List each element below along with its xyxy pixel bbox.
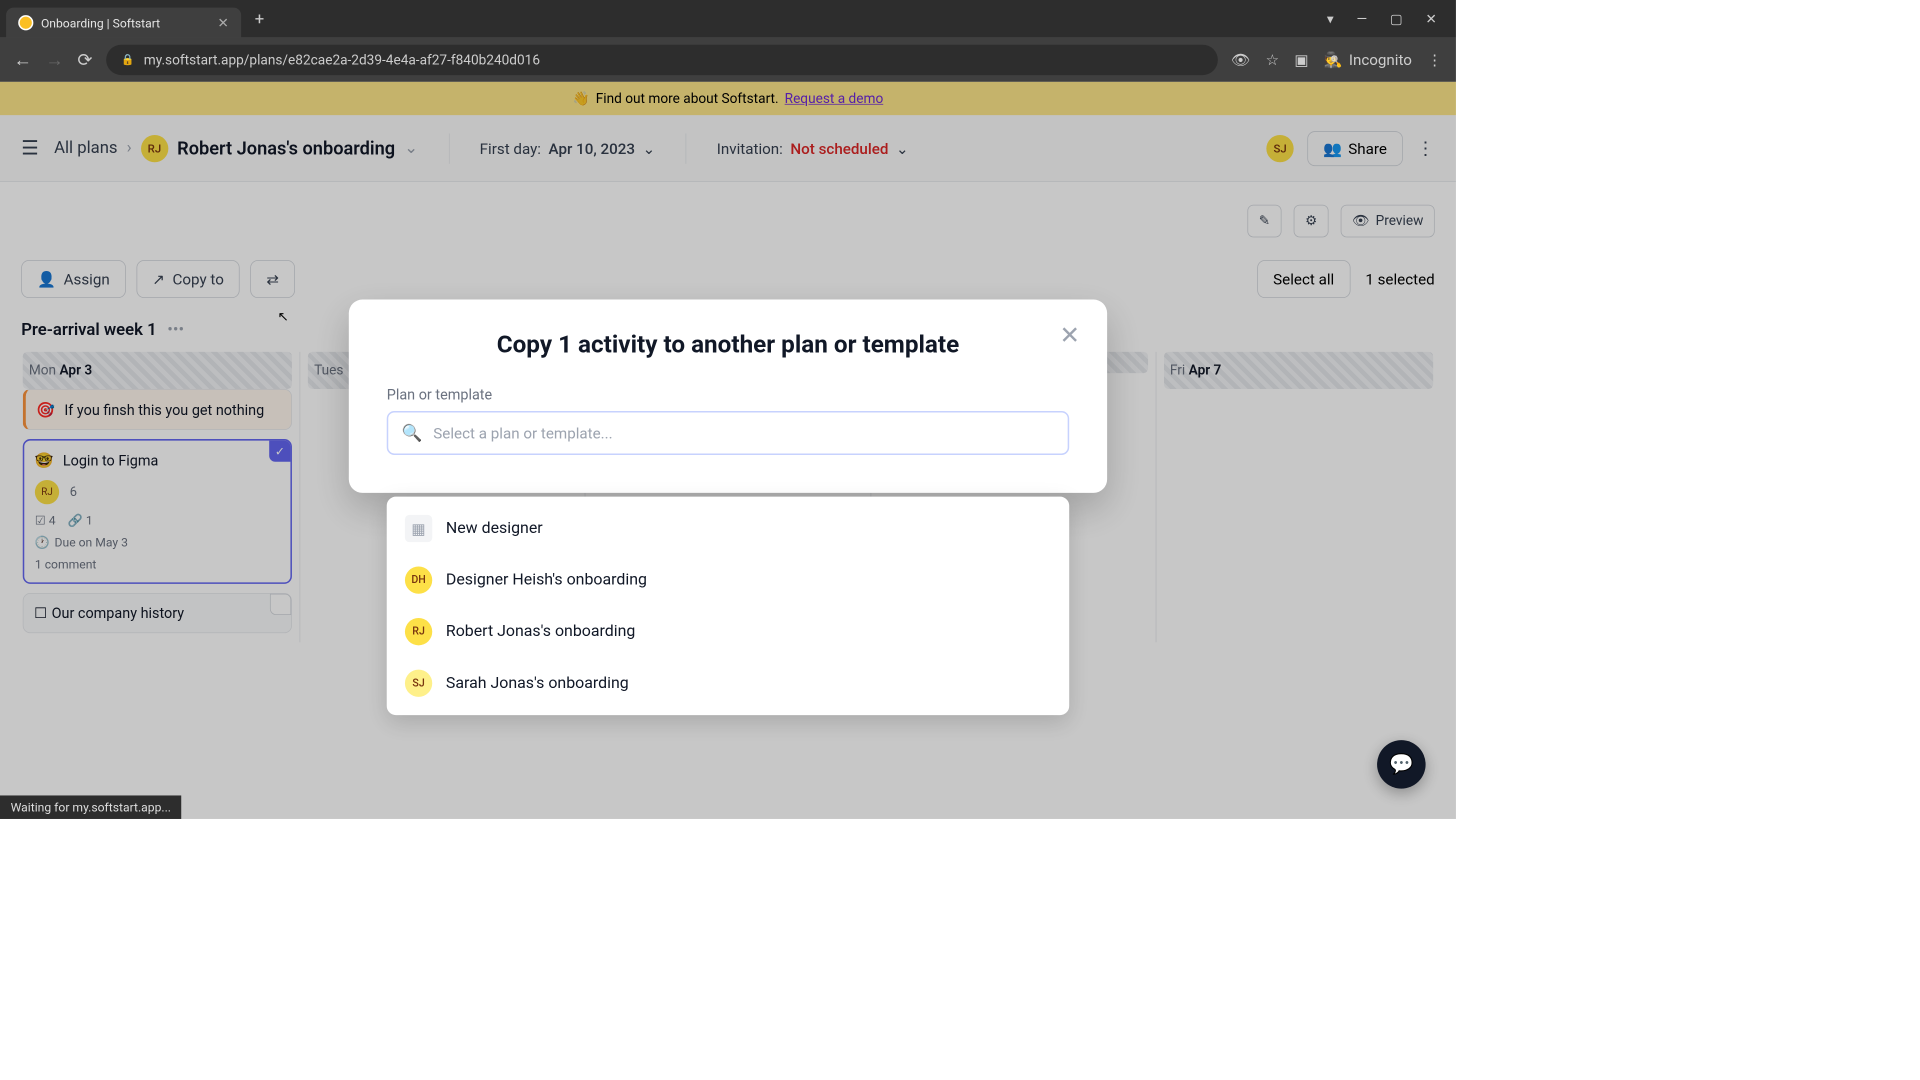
forward-icon: → [45, 49, 63, 71]
browser-toolbar: ← → ⟳ 🔒 my.softstart.app/plans/e82cae2a-… [0, 38, 1456, 82]
new-tab-button[interactable]: + [255, 9, 264, 28]
window-maximize-icon[interactable]: ▢ [1390, 11, 1403, 27]
browser-menu-icon[interactable]: ⋮ [1427, 51, 1442, 69]
browser-tab[interactable]: Onboarding | Softstart ✕ [6, 8, 241, 38]
avatar-icon: RJ [405, 618, 432, 645]
eye-off-icon[interactable]: 👁 [1231, 51, 1250, 69]
extensions-icon[interactable]: ▣ [1294, 51, 1308, 69]
modal-field-label: Plan or template [387, 386, 1069, 403]
browser-tab-strip: Onboarding | Softstart ✕ + ▾ — ▢ ✕ [0, 0, 1456, 38]
minimize-icon[interactable]: ▾ [1327, 11, 1334, 27]
incognito-icon: 🕵️ [1324, 51, 1343, 69]
window-close-icon[interactable]: ✕ [1426, 11, 1437, 27]
favicon [18, 15, 33, 30]
bookmark-icon[interactable]: ☆ [1266, 51, 1280, 69]
search-icon: 🔍 [402, 424, 423, 443]
address-bar[interactable]: 🔒 my.softstart.app/plans/e82cae2a-2d39-4… [106, 45, 1217, 75]
close-tab-icon[interactable]: ✕ [218, 15, 229, 31]
chat-icon: 💬 [1389, 753, 1414, 776]
browser-status-bar: Waiting for my.softstart.app... [0, 795, 182, 819]
template-icon: ▦ [405, 515, 432, 542]
incognito-badge[interactable]: 🕵️ Incognito [1324, 51, 1412, 69]
back-icon[interactable]: ← [14, 49, 32, 71]
plan-search-input[interactable] [433, 424, 1054, 442]
plan-dropdown: ▦ New designer DH Designer Heish's onboa… [387, 497, 1069, 715]
tab-title: Onboarding | Softstart [41, 16, 210, 30]
modal-title: Copy 1 activity to another plan or templ… [387, 330, 1069, 359]
dropdown-option-dh[interactable]: DH Designer Heish's onboarding [387, 554, 1069, 606]
plan-search-box[interactable]: 🔍 [387, 411, 1069, 455]
url-text: my.softstart.app/plans/e82cae2a-2d39-4e4… [144, 52, 540, 68]
close-icon[interactable]: ✕ [1059, 321, 1079, 350]
chat-fab[interactable]: 💬 [1377, 740, 1426, 789]
reload-icon[interactable]: ⟳ [77, 49, 92, 70]
window-minimize-icon[interactable]: — [1356, 11, 1367, 27]
dropdown-option-rj[interactable]: RJ Robert Jonas's onboarding [387, 606, 1069, 658]
dropdown-option-template[interactable]: ▦ New designer [387, 503, 1069, 555]
lock-icon: 🔒 [121, 54, 134, 66]
avatar-icon: SJ [405, 670, 432, 697]
copy-activity-modal: ✕ Copy 1 activity to another plan or tem… [349, 300, 1107, 493]
avatar-icon: DH [405, 566, 432, 593]
dropdown-option-sj[interactable]: SJ Sarah Jonas's onboarding [387, 657, 1069, 709]
